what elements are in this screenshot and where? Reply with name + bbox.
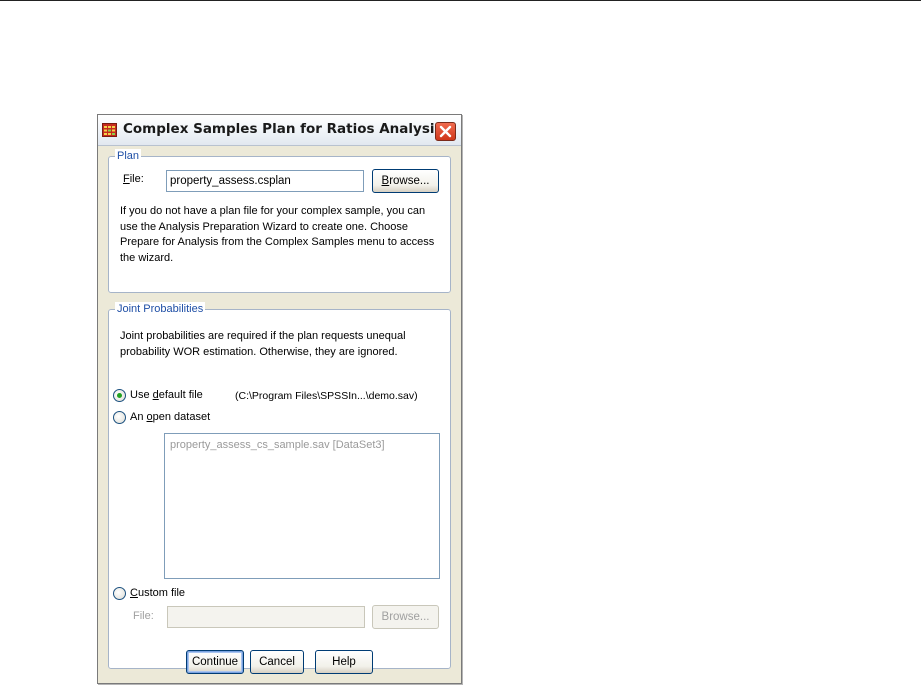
- plan-browse-button[interactable]: Browse...: [372, 169, 439, 193]
- dataset-list[interactable]: property_assess_cs_sample.sav [DataSet3]: [164, 433, 440, 579]
- use-default-file-label[interactable]: Use default file: [130, 389, 203, 402]
- cancel-button[interactable]: Cancel: [250, 650, 304, 674]
- open-dataset-label[interactable]: An open dataset: [130, 411, 210, 424]
- default-file-path: (C:\Program Files\SPSSIn...\demo.sav): [235, 390, 418, 402]
- top-divider-line: [0, 0, 921, 1]
- joint-info-text: Joint probabilities are required if the …: [115, 326, 443, 380]
- dialog-body: Plan File: property_assess.csplan Browse…: [98, 146, 461, 683]
- title-bar[interactable]: Complex Samples Plan for Ratios Analysis: [98, 115, 461, 146]
- open-dataset-radio[interactable]: [113, 411, 126, 424]
- close-icon: [439, 125, 452, 138]
- help-button[interactable]: Help: [315, 650, 373, 674]
- custom-file-label[interactable]: Custom file: [130, 587, 185, 600]
- dialog-title: Complex Samples Plan for Ratios Analysis: [123, 121, 443, 137]
- plan-file-label: File:: [123, 173, 144, 185]
- plan-legend: Plan: [115, 149, 142, 163]
- dataset-list-item[interactable]: property_assess_cs_sample.sav [DataSet3]: [170, 439, 434, 451]
- complex-samples-plan-dialog: Complex Samples Plan for Ratios Analysis…: [97, 114, 462, 684]
- continue-button[interactable]: Continue: [186, 650, 244, 674]
- use-default-file-radio[interactable]: [113, 389, 126, 402]
- plan-group: Plan File: property_assess.csplan Browse…: [108, 149, 451, 293]
- custom-file-field-label: File:: [133, 610, 154, 622]
- custom-browse-button[interactable]: Browse...: [372, 605, 439, 629]
- plan-info-text: If you do not have a plan file for your …: [115, 201, 443, 285]
- joint-legend: Joint Probabilities: [115, 302, 206, 316]
- data-grid-icon: [102, 123, 117, 137]
- radio-selected-dot: [117, 393, 122, 398]
- joint-probabilities-group: Joint Probabilities Joint probabilities …: [108, 302, 451, 669]
- plan-file-input[interactable]: property_assess.csplan: [166, 170, 364, 192]
- custom-file-input[interactable]: [167, 606, 365, 628]
- custom-file-radio[interactable]: [113, 587, 126, 600]
- close-button[interactable]: [435, 122, 456, 141]
